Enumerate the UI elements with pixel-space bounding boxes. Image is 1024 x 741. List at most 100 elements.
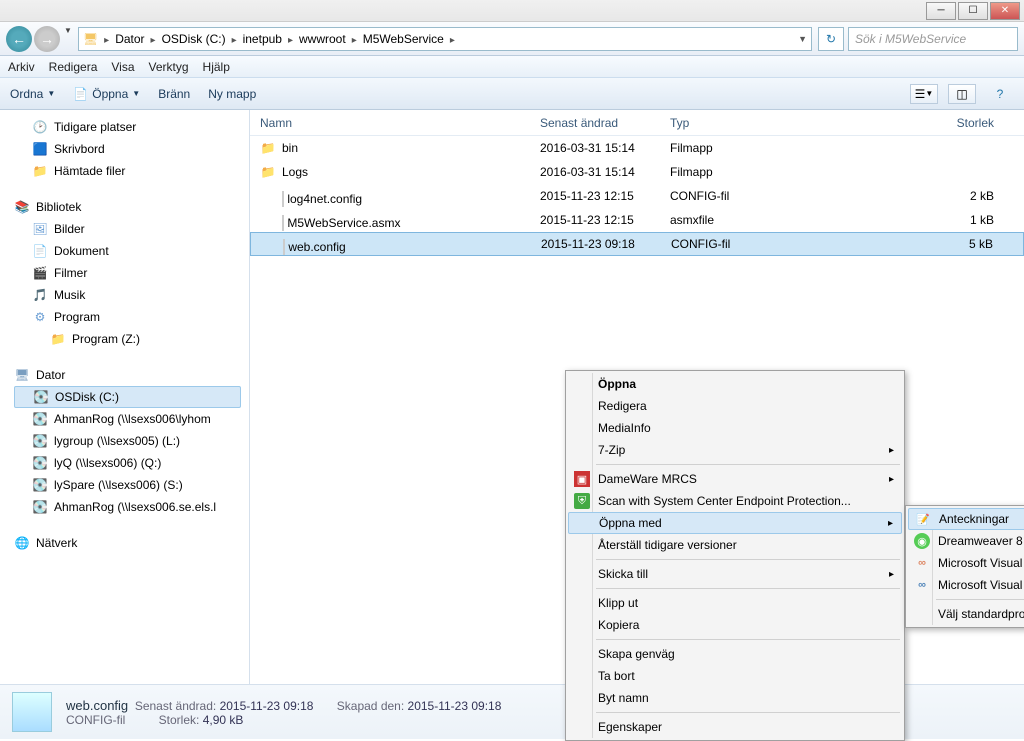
preview-pane-button[interactable]: ◫	[948, 84, 976, 104]
details-filetype: CONFIG-fil	[66, 713, 125, 727]
file-icon	[260, 211, 276, 227]
submenu-arrow-icon: ▸	[889, 569, 894, 580]
sidebar-item-netdrive[interactable]: 💽AhmanRog (\\lsexs006\lyhom	[14, 408, 241, 430]
context-item[interactable]: Öppna med▸	[568, 512, 902, 534]
netdrive-icon: 💽	[32, 411, 48, 427]
sidebar-item-netdrive[interactable]: 💽lyQ (\\lsexs006) (Q:)	[14, 452, 241, 474]
sidebar-item-programz[interactable]: 📁Program (Z:)	[14, 328, 241, 350]
context-sub-item[interactable]: ∞Microsoft Visual Studio 2005 Tools for …	[908, 552, 1024, 574]
folder-icon: 🖥	[83, 32, 98, 46]
col-size[interactable]: Storlek	[820, 116, 1024, 130]
sidebar-item-netdrive[interactable]: 💽lygroup (\\lsexs005) (L:)	[14, 430, 241, 452]
sidebar-item-pictures[interactable]: 🖼Bilder	[14, 218, 241, 240]
back-button[interactable]: ←	[6, 26, 32, 52]
context-sub-item[interactable]: ◉Dreamweaver 8	[908, 530, 1024, 552]
menu-edit[interactable]: Redigera	[49, 60, 98, 74]
menu-view[interactable]: Visa	[111, 60, 134, 74]
view-mode-button[interactable]: ☰ ▼	[910, 84, 938, 104]
file-row[interactable]: 📁Logs2016-03-31 15:14Filmapp	[250, 160, 1024, 184]
refresh-button[interactable]: ↻	[818, 27, 844, 51]
col-type[interactable]: Typ	[660, 116, 820, 130]
history-dropdown[interactable]: ▼	[64, 26, 72, 52]
details-created-val: 2015-11-23 09:18	[408, 699, 502, 713]
sidebar-item-downloads[interactable]: 📁Hämtade filer	[14, 160, 241, 182]
toolbar: Ordna▼ 📄Öppna▼ Bränn Ny mapp ☰ ▼ ◫ ?	[0, 78, 1024, 110]
sidebar-item-netdrive[interactable]: 💽lySpare (\\lsexs006) (S:)	[14, 474, 241, 496]
sidebar-network[interactable]: 🌐Nätverk	[14, 532, 241, 554]
close-button[interactable]: ✕	[990, 2, 1020, 20]
context-item[interactable]: Klipp ut	[568, 592, 902, 614]
breadcrumb-dropdown[interactable]: ▼	[798, 34, 807, 44]
maximize-button[interactable]: ☐	[958, 2, 988, 20]
sidebar-item-desktop[interactable]: 🟦Skrivbord	[14, 138, 241, 160]
file-row[interactable]: M5WebService.asmx2015-11-23 12:15asmxfil…	[250, 208, 1024, 232]
sidebar-item-documents[interactable]: 📄Dokument	[14, 240, 241, 262]
network-icon: 🌐	[14, 535, 30, 551]
context-item[interactable]: Redigera	[568, 395, 902, 417]
details-size-val: 4,90 kB	[203, 713, 244, 727]
menu-file[interactable]: Arkiv	[8, 60, 35, 74]
burn-button[interactable]: Bränn	[158, 87, 190, 101]
folder-icon: 📁	[260, 140, 276, 156]
context-item[interactable]: MediaInfo	[568, 417, 902, 439]
context-item[interactable]: Ta bort	[568, 665, 902, 687]
breadcrumb-item[interactable]: OSDisk (C:)	[158, 32, 230, 46]
file-row[interactable]: log4net.config2015-11-23 12:15CONFIG-fil…	[250, 184, 1024, 208]
context-item[interactable]: 7-Zip▸	[568, 439, 902, 461]
open-button[interactable]: 📄Öppna▼	[73, 87, 140, 101]
menu-help[interactable]: Hjälp	[203, 60, 230, 74]
sidebar-item-programs[interactable]: ⚙Program	[14, 306, 241, 328]
minimize-button[interactable]: ─	[926, 2, 956, 20]
col-date[interactable]: Senast ändrad	[530, 116, 660, 130]
vs2-icon: ∞	[914, 577, 930, 593]
netdrive-icon: 💽	[32, 455, 48, 471]
file-list: Namn Senast ändrad Typ Storlek 📁bin2016-…	[250, 110, 1024, 684]
forward-button[interactable]: →	[34, 26, 60, 52]
breadcrumb-item[interactable]: wwwroot	[295, 32, 350, 46]
breadcrumb-item[interactable]: Dator	[111, 32, 148, 46]
sidebar-item-videos[interactable]: 🎬Filmer	[14, 262, 241, 284]
context-item[interactable]: Skapa genväg	[568, 643, 902, 665]
file-icon	[282, 191, 284, 207]
sidebar-item-recent[interactable]: 🕑Tidigare platser	[14, 116, 241, 138]
file-row[interactable]: web.config2015-11-23 09:18CONFIG-fil5 kB	[250, 232, 1024, 256]
help-button[interactable]: ?	[986, 84, 1014, 104]
vs1-icon: ∞	[914, 555, 930, 571]
context-sub-item[interactable]: 📝Anteckningar	[908, 508, 1024, 530]
context-item[interactable]: Kopiera	[568, 614, 902, 636]
context-menu: ÖppnaRedigeraMediaInfo7-Zip▸ ▣DameWare MR…	[565, 370, 905, 741]
search-input[interactable]: Sök i M5WebService	[848, 27, 1018, 51]
context-item[interactable]: Skicka till▸	[568, 563, 902, 585]
sidebar-item-music[interactable]: 🎵Musik	[14, 284, 241, 306]
context-item[interactable]: Öppna	[568, 373, 902, 395]
breadcrumb-item[interactable]: M5WebService	[359, 32, 448, 46]
file-icon	[282, 215, 284, 231]
menu-tools[interactable]: Verktyg	[149, 60, 189, 74]
sidebar-item-osdisk[interactable]: 💽OSDisk (C:)	[14, 386, 241, 408]
newfolder-button[interactable]: Ny mapp	[208, 87, 256, 101]
context-item[interactable]: ⛨Scan with System Center Endpoint Protec…	[568, 490, 902, 512]
details-created-label: Skapad den:	[337, 699, 404, 713]
sidebar-item-netdrive[interactable]: 💽AhmanRog (\\lsexs006.se.els.l	[14, 496, 241, 518]
context-item[interactable]: ▣DameWare MRCS▸	[568, 468, 902, 490]
context-sub-item[interactable]: ∞Microsoft Visual Studio 2010	[908, 574, 1024, 596]
videos-icon: 🎬	[32, 265, 48, 281]
desktop-icon: 🟦	[32, 141, 48, 157]
context-sub-item[interactable]: Välj standardprogram...	[908, 603, 1024, 625]
context-item[interactable]: Byt namn	[568, 687, 902, 709]
folder-icon: 📁	[50, 331, 66, 347]
organize-button[interactable]: Ordna▼	[10, 87, 55, 101]
note-icon: 📝	[915, 511, 931, 527]
breadcrumb-item[interactable]: inetpub	[239, 32, 286, 46]
breadcrumb[interactable]: 🖥 Dator OSDisk (C:) inetpub wwwroot M5We…	[78, 27, 812, 51]
context-item[interactable]: Egenskaper	[568, 716, 902, 738]
file-row[interactable]: 📁bin2016-03-31 15:14Filmapp	[250, 136, 1024, 160]
folder-icon: 📁	[32, 163, 48, 179]
computer-icon: 🖥	[14, 367, 30, 383]
sidebar-libraries[interactable]: 📚Bibliotek	[14, 196, 241, 218]
green-icon: ⛨	[574, 493, 590, 509]
menubar: Arkiv Redigera Visa Verktyg Hjälp	[0, 56, 1024, 78]
context-item[interactable]: Återställ tidigare versioner	[568, 534, 902, 556]
sidebar-computer[interactable]: 🖥Dator	[14, 364, 241, 386]
col-name[interactable]: Namn	[250, 116, 530, 130]
